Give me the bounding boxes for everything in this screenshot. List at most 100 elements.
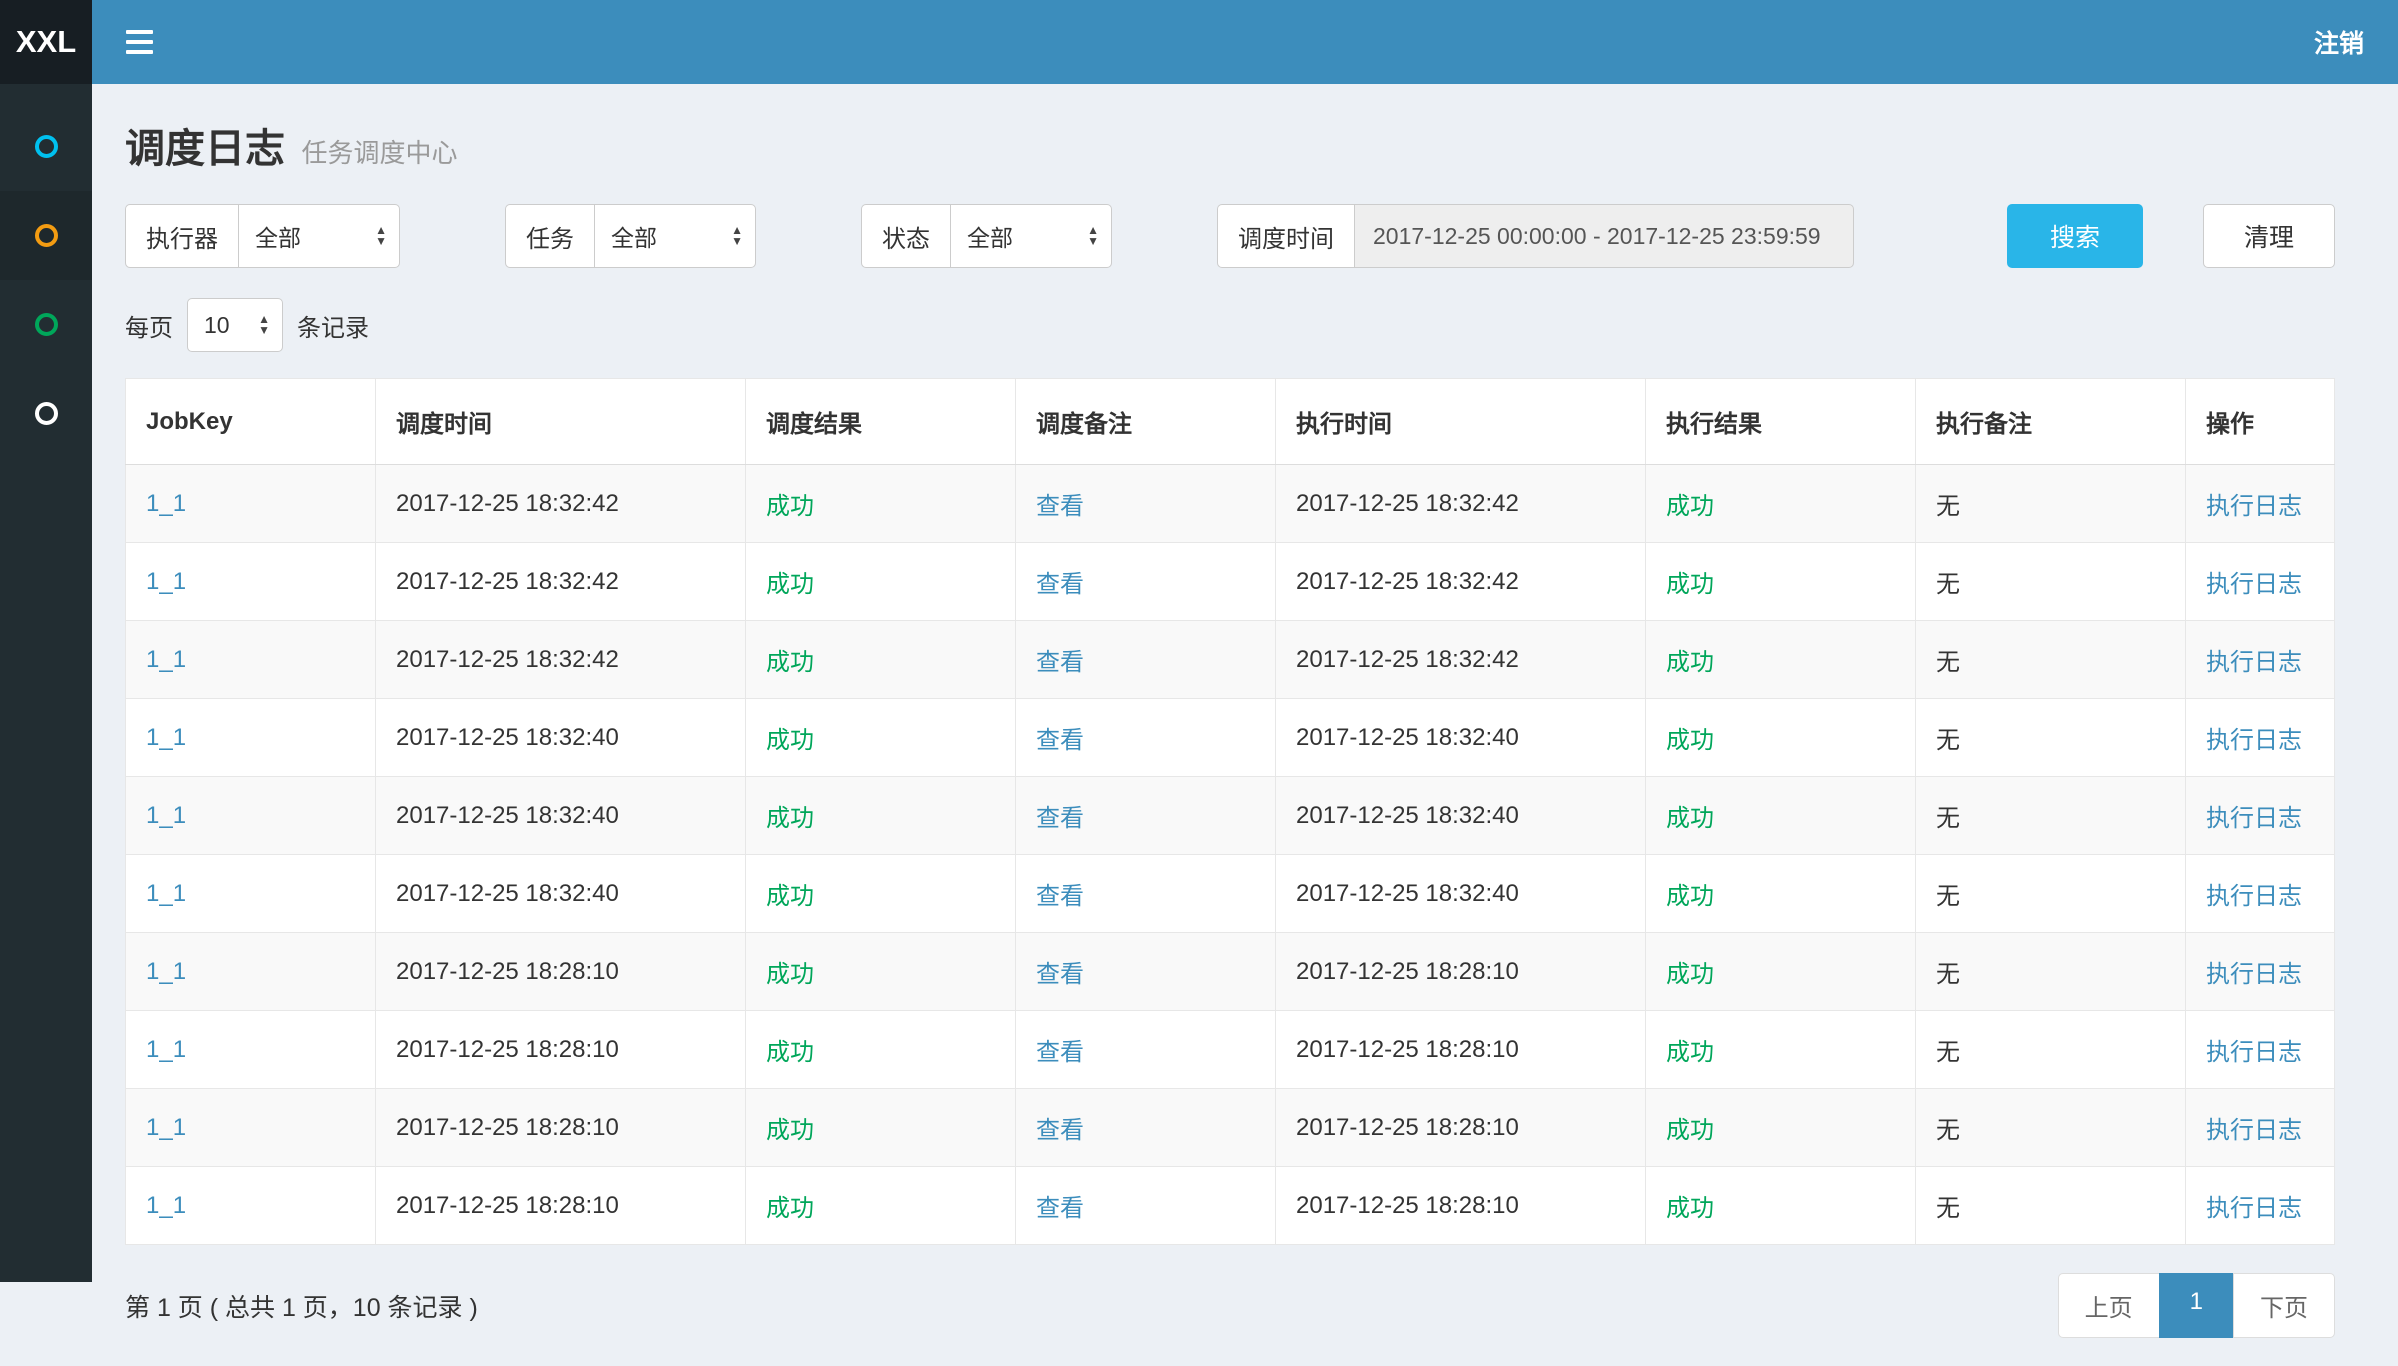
select-stepper-icon: ▲▼ [731, 225, 743, 247]
column-header: 执行时间 [1276, 379, 1646, 465]
jobkey-link[interactable]: 1_1 [146, 568, 186, 595]
jobkey-link[interactable]: 1_1 [146, 1114, 186, 1141]
trigger-time-cell: 2017-12-25 18:28:10 [396, 1114, 619, 1141]
circle-icon [35, 135, 58, 158]
table-row: 1_12017-12-25 18:32:42成功查看2017-12-25 18:… [126, 465, 2335, 543]
handle-result-cell: 成功 [1666, 649, 1714, 676]
executor-filter-label: 执行器 [125, 204, 238, 268]
trigger-msg-link[interactable]: 查看 [1036, 805, 1084, 832]
execute-log-link[interactable]: 执行日志 [2206, 805, 2302, 832]
table-row: 1_1 2017-12-25 18:32:40 成功 查看 2017-12-25 18:… [126, 777, 2335, 855]
trigger-time-cell: 2017-12-25 18:32:40 [396, 880, 619, 907]
jobkey-link[interactable]: 1_1 [146, 724, 186, 751]
page-size-suffix-label: 条记录 [297, 308, 369, 343]
trigger-result-cell: 成功 [766, 961, 814, 988]
app-logo[interactable]: XXL [0, 0, 92, 84]
pagination: 上页 1 下页 [2059, 1273, 2335, 1338]
handle-msg-cell: 无 [1936, 649, 1960, 676]
column-header: 执行备注 [1916, 379, 2186, 465]
select-stepper-icon: ▲▼ [1087, 225, 1099, 247]
trigger-result-cell: 成功 [766, 1039, 814, 1066]
jobkey-link[interactable]: 1_1 [146, 1036, 186, 1063]
execute-log-link[interactable]: 执行日志 [2206, 1039, 2302, 1066]
search-button[interactable]: 搜索 [2007, 204, 2143, 268]
sidebar-item-4[interactable] [0, 369, 92, 458]
sidebar-item-3[interactable] [0, 280, 92, 369]
trigger-msg-link[interactable]: 查看 [1036, 1039, 1084, 1066]
execute-log-link[interactable]: 执行日志 [2206, 883, 2302, 910]
execute-log-link[interactable]: 执行日志 [2206, 493, 2302, 520]
prev-page-button[interactable]: 上页 [2058, 1273, 2160, 1338]
column-header: 执行结果 [1646, 379, 1916, 465]
handle-msg-cell: 无 [1936, 1195, 1960, 1222]
executor-selected-value: 全部 [255, 219, 301, 253]
table-row: 1_12017-12-25 18:28:10成功查看2017-12-25 18:… [126, 1011, 2335, 1089]
handle-time-cell: 2017-12-25 18:32:42 [1296, 568, 1519, 595]
trigger-msg-link[interactable]: 查看 [1036, 493, 1084, 520]
executor-filter: 执行器 全部 ▲▼ [125, 204, 400, 268]
trigger-msg-link[interactable]: 查看 [1036, 1117, 1084, 1144]
jobkey-link[interactable]: 1_1 [146, 646, 186, 673]
execute-log-link[interactable]: 执行日志 [2206, 571, 2302, 598]
handle-time-cell: 2017-12-25 18:32:40 [1296, 880, 1519, 907]
execute-log-link[interactable]: 执行日志 [2206, 649, 2302, 676]
jobkey-link[interactable]: 1_1 [146, 880, 186, 907]
sidebar-item-2[interactable] [0, 191, 92, 280]
handle-result-cell: 成功 [1666, 727, 1714, 754]
executor-filter-select[interactable]: 全部 ▲▼ [238, 204, 400, 268]
table-row: 1_1 2017-12-25 18:32:42 成功 查看 2017-12-25 18:… [126, 543, 2335, 621]
execute-log-link[interactable]: 执行日志 [2206, 1117, 2302, 1144]
trigger-msg-link[interactable]: 查看 [1036, 649, 1084, 676]
table-row: 1_12017-12-25 18:28:10成功查看2017-12-25 18:… [126, 1167, 2335, 1245]
handle-time-cell: 2017-12-25 18:32:40 [1296, 724, 1519, 751]
trigger-time-range-input[interactable]: 2017-12-25 00:00:00 - 2017-12-25 23:59:5… [1354, 204, 1854, 268]
handle-result-cell: 成功 [1666, 805, 1714, 832]
handle-msg-cell: 无 [1936, 493, 1960, 520]
handle-result-cell: 成功 [1666, 571, 1714, 598]
sidebar [0, 84, 92, 1282]
sidebar-toggle-menu-icon[interactable] [108, 16, 171, 68]
trigger-msg-link[interactable]: 查看 [1036, 883, 1084, 910]
handle-result-cell: 成功 [1666, 1195, 1714, 1222]
handle-result-cell: 成功 [1666, 493, 1714, 520]
status-selected-value: 全部 [967, 219, 1013, 253]
logout-link[interactable]: 注销 [2314, 24, 2364, 60]
pagination-summary: 第 1 页 ( 总共 1 页，10 条记录 ) [125, 1288, 478, 1324]
current-page-button[interactable]: 1 [2159, 1273, 2234, 1338]
jobkey-link[interactable]: 1_1 [146, 1192, 186, 1219]
trigger-msg-link[interactable]: 查看 [1036, 1195, 1084, 1222]
handle-time-cell: 2017-12-25 18:32:40 [1296, 802, 1519, 829]
next-page-button[interactable]: 下页 [2233, 1273, 2335, 1338]
trigger-time-cell: 2017-12-25 18:28:10 [396, 958, 619, 985]
table-row: 1_12017-12-25 18:28:10成功查看2017-12-25 18:… [126, 1089, 2335, 1167]
trigger-time-cell: 2017-12-25 18:32:42 [396, 490, 619, 517]
handle-result-cell: 成功 [1666, 883, 1714, 910]
trigger-msg-link[interactable]: 查看 [1036, 571, 1084, 598]
filter-toolbar: 执行器 全部 ▲▼ 任务 全部 ▲▼ 状态 全部 ▲▼ [125, 204, 2335, 268]
table-row: 1_12017-12-25 18:28:10成功查看2017-12-25 18:… [126, 933, 2335, 1011]
table-footer: 第 1 页 ( 总共 1 页，10 条记录 ) 上页 1 下页 [125, 1245, 2335, 1366]
trigger-msg-link[interactable]: 查看 [1036, 727, 1084, 754]
handle-time-cell: 2017-12-25 18:32:42 [1296, 646, 1519, 673]
clear-button[interactable]: 清理 [2203, 204, 2335, 268]
job-filter-select[interactable]: 全部 ▲▼ [594, 204, 756, 268]
handle-time-cell: 2017-12-25 18:28:10 [1296, 1114, 1519, 1141]
trigger-time-cell: 2017-12-25 18:32:42 [396, 568, 619, 595]
sidebar-item-1[interactable] [0, 102, 92, 191]
page-title: 调度日志 [125, 127, 285, 171]
trigger-msg-link[interactable]: 查看 [1036, 961, 1084, 988]
column-header: 操作 [2186, 379, 2335, 465]
execute-log-link[interactable]: 执行日志 [2206, 1195, 2302, 1222]
status-filter: 状态 全部 ▲▼ [861, 204, 1112, 268]
page-size-select[interactable]: 10 ▲▼ [187, 298, 283, 352]
jobkey-link[interactable]: 1_1 [146, 802, 186, 829]
handle-msg-cell: 无 [1936, 805, 1960, 832]
status-filter-select[interactable]: 全部 ▲▼ [950, 204, 1112, 268]
jobkey-link[interactable]: 1_1 [146, 490, 186, 517]
job-filter-label: 任务 [505, 204, 594, 268]
jobkey-link[interactable]: 1_1 [146, 958, 186, 985]
handle-result-cell: 成功 [1666, 961, 1714, 988]
trigger-time-cell: 2017-12-25 18:32:40 [396, 802, 619, 829]
execute-log-link[interactable]: 执行日志 [2206, 727, 2302, 754]
execute-log-link[interactable]: 执行日志 [2206, 961, 2302, 988]
